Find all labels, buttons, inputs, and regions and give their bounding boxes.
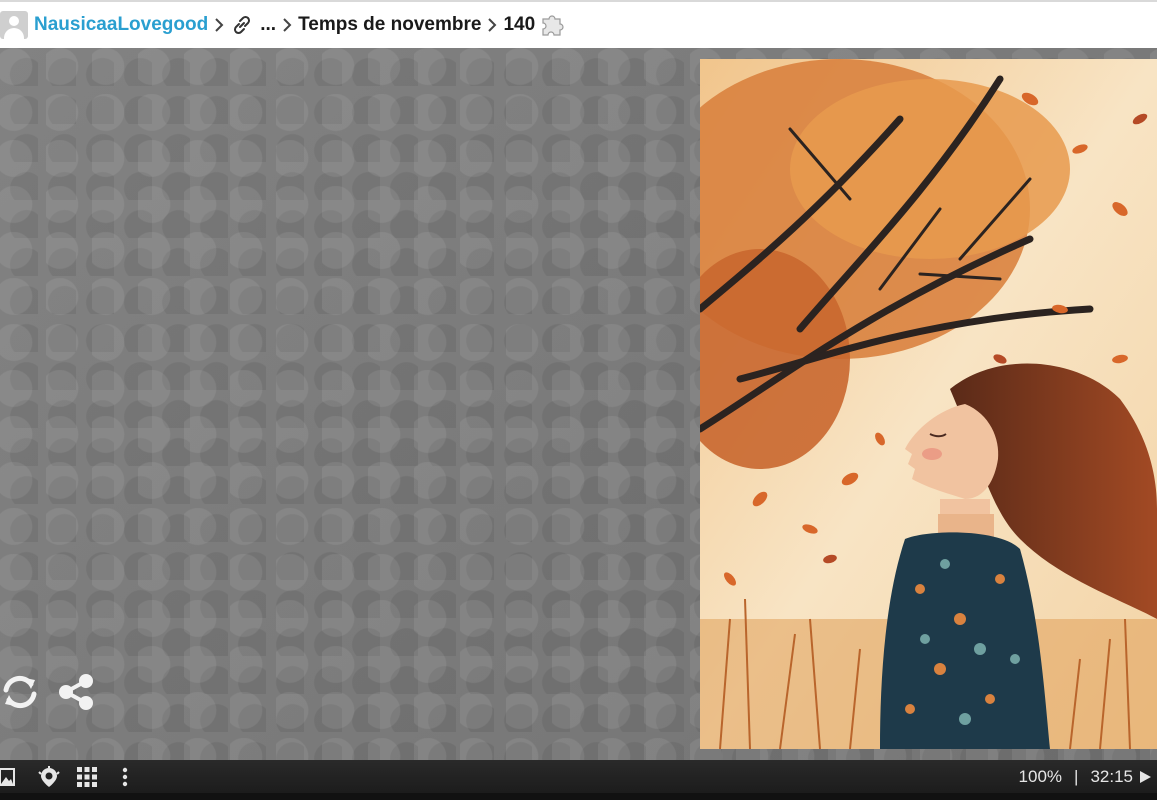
image-icon[interactable] [0, 766, 22, 788]
grid-icon[interactable] [76, 766, 98, 788]
chevron-right-icon [283, 18, 292, 32]
breadcrumb-bar: NausicaaLovegood ... Temps de novembre 1… [0, 0, 1157, 48]
status-divider: | [1074, 766, 1079, 786]
status-bar: 100% | 32:15 [0, 760, 1157, 793]
hint-icon[interactable] [38, 765, 60, 788]
breadcrumb-user-link[interactable]: NausicaaLovegood [34, 14, 208, 36]
piece-count: 140 [503, 14, 536, 35]
puzzle-board[interactable] [0, 48, 1157, 760]
avatar[interactable] [0, 11, 28, 39]
zoom-level[interactable]: 100% [1019, 767, 1062, 787]
elapsed-timer: 32:15 [1090, 766, 1133, 786]
board-tools [0, 672, 96, 712]
link-icon[interactable] [230, 13, 254, 37]
chevron-right-icon [488, 18, 497, 32]
menu-dots-icon[interactable] [114, 766, 136, 788]
breadcrumb-ellipsis[interactable]: ... [260, 14, 276, 36]
play-icon[interactable] [1137, 769, 1153, 785]
share-icon[interactable] [56, 672, 96, 712]
window-bottom-edge [0, 793, 1157, 800]
rotate-icon[interactable] [0, 672, 40, 712]
puzzle-artwork-image[interactable] [700, 59, 1157, 749]
puzzle-piece-icon [542, 15, 564, 36]
chevron-right-icon [215, 18, 224, 32]
breadcrumb-album-link[interactable]: Temps de novembre [298, 14, 481, 36]
